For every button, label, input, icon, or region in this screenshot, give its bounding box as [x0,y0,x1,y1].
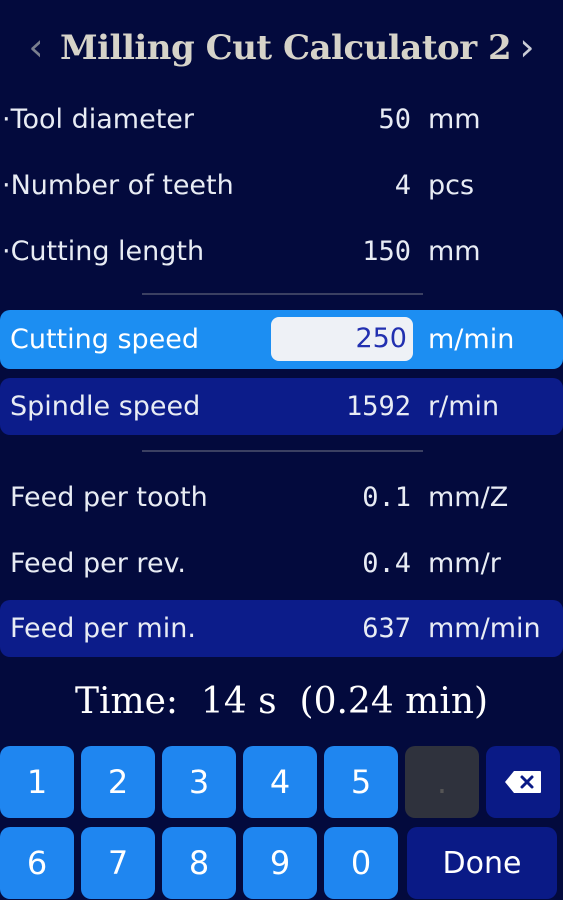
machining-time: Time: 14 s (0.24 min) [74,681,489,722]
tool-diameter-row[interactable]: ·Tool diameter 50 mm [0,91,563,147]
backspace-button[interactable] [486,746,560,818]
key-4[interactable]: 4 [243,746,317,818]
key-9[interactable]: 9 [243,827,317,899]
teeth-unit: pcs [428,169,475,201]
tool-diameter-label: ·Tool diameter [2,103,195,135]
cutting-speed-input[interactable]: 250 [271,317,413,361]
key-dot[interactable]: . [405,746,479,818]
feed-per-tooth-value[interactable]: 0.1 [362,482,411,513]
key-6[interactable]: 6 [0,827,74,899]
key-5[interactable]: 5 [324,746,398,818]
chevron-right-icon[interactable]: › [509,22,545,72]
cutting-length-row[interactable]: ·Cutting length 150 mm [0,223,563,279]
feed-per-min-value[interactable]: 637 [362,613,411,644]
chevron-left-icon[interactable]: ‹ [18,22,54,72]
done-button[interactable]: Done [407,827,557,899]
key-1[interactable]: 1 [0,746,74,818]
feed-per-min-row[interactable]: Feed per min. 637 mm/min [0,600,563,657]
key-3[interactable]: 3 [162,746,236,818]
tool-diameter-unit: mm [428,103,481,135]
header: ‹ Milling Cut Calculator 2 › [0,0,563,92]
backspace-icon [505,771,541,793]
tool-diameter-value[interactable]: 50 [378,104,411,135]
feed-per-tooth-unit: mm/Z [428,481,509,513]
feed-per-min-unit: mm/min [428,613,541,644]
feed-per-min-label: Feed per min. [10,613,196,644]
key-0[interactable]: 0 [324,827,398,899]
cutting-length-value[interactable]: 150 [362,236,411,267]
teeth-row[interactable]: ·Number of teeth 4 pcs [0,157,563,213]
page-title: Milling Cut Calculator 2 [60,28,512,68]
cutting-length-label: ·Cutting length [2,235,205,267]
divider [142,293,423,295]
divider [142,450,423,452]
cutting-speed-unit: m/min [428,324,515,355]
spindle-speed-value[interactable]: 1592 [346,391,411,422]
spindle-speed-label: Spindle speed [10,391,201,422]
feed-per-tooth-label: Feed per tooth [10,481,208,513]
feed-per-rev-unit: mm/r [428,547,501,579]
teeth-value[interactable]: 4 [395,170,411,201]
feed-per-rev-value[interactable]: 0.4 [362,548,411,579]
teeth-label: ·Number of teeth [2,169,234,201]
feed-per-rev-row[interactable]: Feed per rev. 0.4 mm/r [0,535,563,591]
feed-per-rev-label: Feed per rev. [10,547,187,579]
key-7[interactable]: 7 [81,827,155,899]
spindle-speed-row[interactable]: Spindle speed 1592 r/min [0,378,563,435]
cutting-speed-label: Cutting speed [10,324,200,355]
key-8[interactable]: 8 [162,827,236,899]
cutting-length-unit: mm [428,235,481,267]
feed-per-tooth-row[interactable]: Feed per tooth 0.1 mm/Z [0,469,563,525]
spindle-speed-unit: r/min [428,391,500,422]
cutting-speed-row[interactable]: Cutting speed 250 m/min [0,310,563,369]
key-2[interactable]: 2 [81,746,155,818]
